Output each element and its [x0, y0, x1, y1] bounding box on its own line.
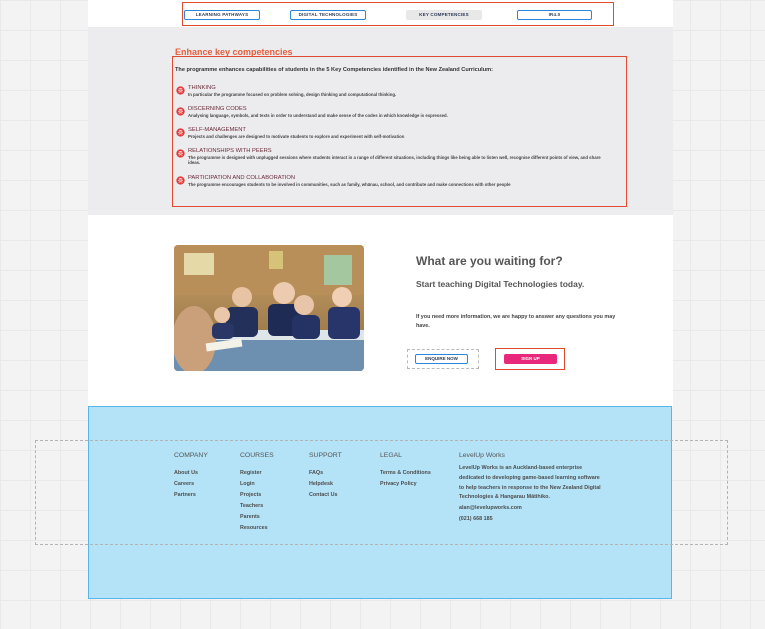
- footer-link-projects[interactable]: Projects: [240, 490, 274, 501]
- cta-subheading: Start teaching Digital Technologies toda…: [416, 279, 585, 289]
- footer-column-support: Support FAQs Helpdesk Contact Us: [309, 452, 342, 501]
- footer-phone: (021) 668 185: [459, 516, 493, 523]
- footer-link-resources[interactable]: Resources: [240, 523, 274, 534]
- footer-link-terms[interactable]: Terms & Conditions: [380, 468, 431, 479]
- footer-link-about-us[interactable]: About Us: [174, 468, 208, 479]
- competency-description: Projects and challenges are designed to …: [188, 134, 405, 139]
- footer-column-about: LevelUp Works LevelUp Works is an Auckla…: [459, 452, 601, 525]
- competency-description: The programme is designed with unplugged…: [188, 155, 601, 165]
- tab-key-competencies[interactable]: KEY COMPETENCIES: [406, 10, 482, 20]
- brain-icon: [176, 176, 185, 185]
- classroom-photo: [174, 245, 364, 371]
- competency-name: Relationships with peers: [188, 148, 272, 154]
- enquire-now-button[interactable]: ENQUIRE NOW: [415, 354, 468, 364]
- footer-about-description: LevelUp Works is an Auckland-based enter…: [459, 465, 601, 501]
- competency-name: Participation and collaboration: [188, 175, 296, 181]
- brain-icon: [176, 128, 185, 137]
- brain-icon: [176, 86, 185, 95]
- tab-learning-pathways[interactable]: LEARNING PATHWAYS: [184, 10, 260, 20]
- footer-link-faqs[interactable]: FAQs: [309, 468, 342, 479]
- footer-heading: Company: [174, 452, 208, 459]
- brain-icon: [176, 107, 185, 116]
- footer-link-register[interactable]: Register: [240, 468, 274, 479]
- footer-link-login[interactable]: Login: [240, 479, 274, 490]
- competency-description: Analysing language, symbols, and texts i…: [188, 113, 448, 118]
- footer-heading: Support: [309, 452, 342, 459]
- footer-link-careers[interactable]: Careers: [174, 479, 208, 490]
- footer-email-link[interactable]: alan@levelupworks.com: [459, 503, 601, 514]
- footer-link-teachers[interactable]: Teachers: [240, 501, 274, 512]
- cta-text: If you need more information, we are hap…: [416, 314, 616, 329]
- competency-name: Thinking: [188, 85, 216, 91]
- competency-description: The programme encourages students to be …: [188, 182, 511, 187]
- footer-link-parents[interactable]: Parents: [240, 512, 274, 523]
- tab-digital-technologies[interactable]: DIGITAL TECHNOLOGIES: [290, 10, 366, 20]
- footer-heading: Courses: [240, 452, 274, 459]
- brain-icon: [176, 149, 185, 158]
- competency-description: In particular the programme focused on p…: [188, 92, 397, 97]
- sign-up-button[interactable]: SIGN UP: [504, 354, 557, 364]
- footer-link-privacy[interactable]: Privacy Policy: [380, 479, 431, 490]
- footer-column-courses: Courses Register Login Projects Teachers…: [240, 452, 274, 534]
- competency-name: Discerning codes: [188, 106, 247, 112]
- footer-heading: Legal: [380, 452, 402, 459]
- competency-name: Self-Management: [188, 127, 246, 133]
- footer-about-heading: LevelUp Works: [459, 452, 505, 459]
- competencies-intro: The programme enhances capabilities of s…: [175, 67, 493, 73]
- cta-heading: What are you waiting for?: [416, 254, 563, 268]
- footer-column-company: Company About Us Careers Partners: [174, 452, 208, 501]
- footer-column-legal: Legal Terms & Conditions Privacy Policy: [380, 452, 431, 490]
- footer-link-contact-us[interactable]: Contact Us: [309, 490, 342, 501]
- footer-link-helpdesk[interactable]: Helpdesk: [309, 479, 342, 490]
- tab-ir40[interactable]: IR4.0: [517, 10, 592, 20]
- footer-link-partners[interactable]: Partners: [174, 490, 208, 501]
